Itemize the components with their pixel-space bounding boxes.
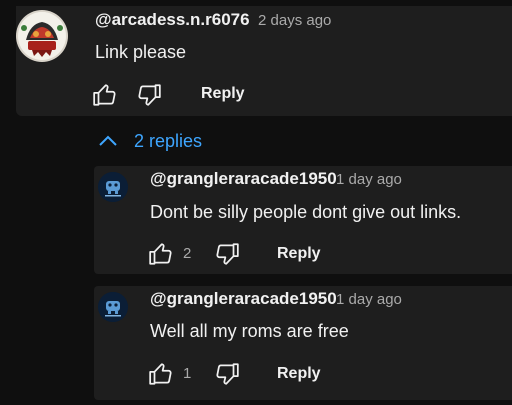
comment-text: Dont be silly people dont give out links… — [150, 202, 462, 222]
replies-toggle-label: 2 replies — [134, 130, 203, 151]
comment-author-handle[interactable]: @grangleraracade1950 — [150, 169, 337, 189]
dislike-button[interactable] — [212, 359, 242, 389]
comment-thread-main: @arcadess.n.r6076 2 days ago Link please… — [16, 6, 512, 116]
comment-timestamp[interactable]: 2 days ago — [258, 12, 331, 29]
thumbs-down-icon — [216, 243, 239, 265]
comment-text: Link please — [95, 42, 187, 62]
thumbs-down-icon — [138, 84, 161, 106]
comment-author-handle[interactable]: @arcadess.n.r6076 — [95, 10, 250, 30]
reply-item: @grangleraracade1950 1 day ago Dont be s… — [94, 166, 512, 274]
like-count: 1 — [183, 365, 192, 382]
thumbs-down-icon — [216, 363, 239, 385]
comment-timestamp[interactable]: 1 day ago — [336, 291, 402, 308]
dislike-button[interactable] — [134, 80, 164, 110]
avatar[interactable] — [16, 10, 68, 62]
comment-timestamp[interactable]: 1 day ago — [336, 171, 402, 188]
comment-text: Well all my roms are free — [150, 321, 349, 341]
thumbs-up-icon — [149, 363, 172, 385]
reply-button[interactable]: Reply — [277, 245, 321, 263]
like-button[interactable] — [90, 80, 120, 110]
gamepad-avatar-icon — [98, 172, 128, 202]
avatar-logo-icon — [18, 12, 66, 60]
thumbs-up-icon — [149, 243, 172, 265]
comment-author-handle[interactable]: @grangleraracade1950 — [150, 289, 337, 309]
avatar[interactable] — [98, 172, 128, 202]
reply-button[interactable]: Reply — [277, 365, 321, 383]
reply-item: @grangleraracade1950 1 day ago Well all … — [94, 286, 512, 400]
replies-toggle[interactable]: 2 replies — [98, 128, 202, 154]
avatar[interactable] — [98, 292, 128, 322]
chevron-up-icon — [99, 135, 117, 146]
thumbs-up-icon — [93, 84, 116, 106]
gamepad-avatar-icon — [98, 292, 128, 322]
like-count: 2 — [183, 245, 192, 262]
like-button[interactable] — [146, 359, 176, 389]
reply-button[interactable]: Reply — [201, 85, 245, 103]
like-button[interactable] — [146, 239, 176, 269]
dislike-button[interactable] — [212, 239, 242, 269]
